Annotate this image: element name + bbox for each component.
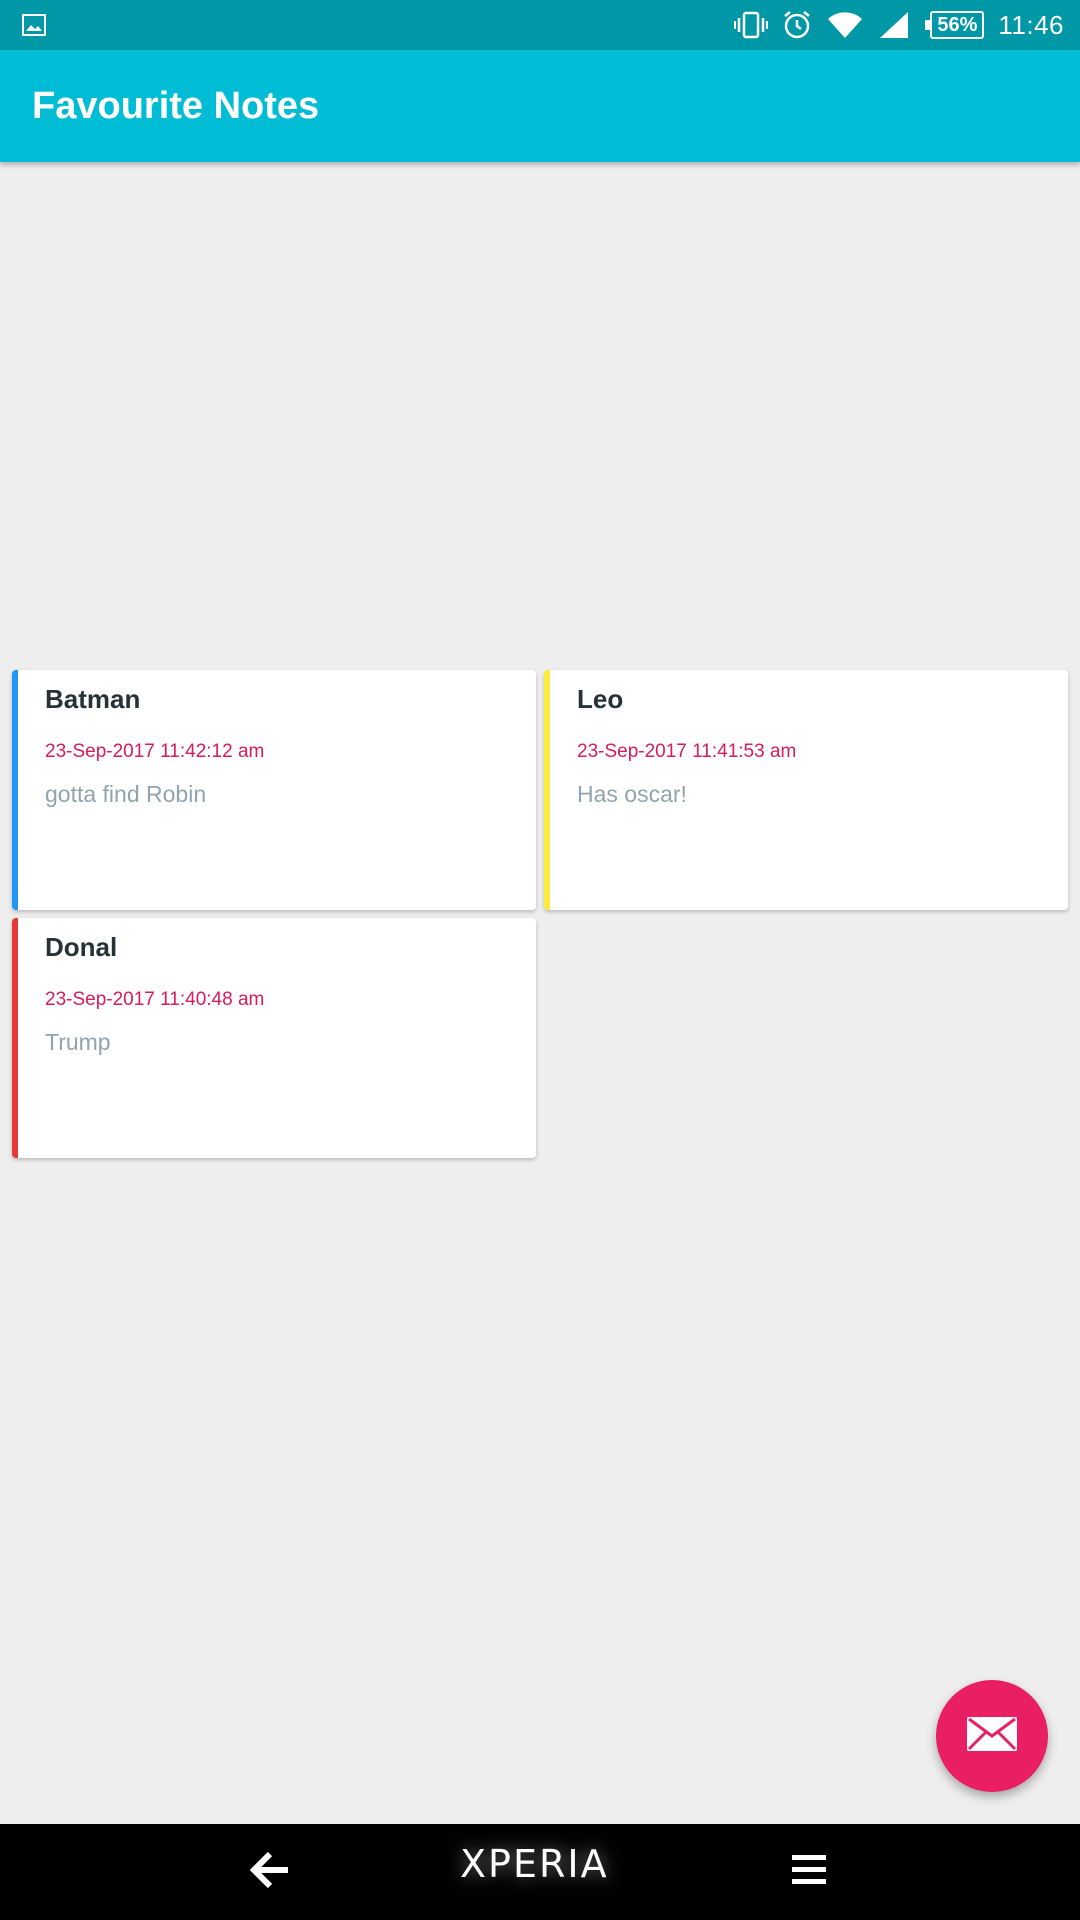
status-bar: 56% 11:46	[0, 0, 1080, 50]
note-card-batman[interactable]: Batman 23-Sep-2017 11:42:12 am gotta fin…	[12, 670, 536, 910]
navigation-bar: XPERIA	[0, 1824, 1080, 1920]
note-title: Leo	[577, 684, 624, 714]
note-date: 23-Sep-2017 11:41:53 am	[577, 741, 797, 762]
battery-level: 56%	[937, 13, 978, 36]
note-body: gotta find Robin	[45, 781, 207, 807]
note-card-leo[interactable]: Leo 23-Sep-2017 11:41:53 am Has oscar!	[544, 670, 1068, 910]
vibrate-icon	[734, 11, 769, 39]
alarm-icon	[782, 10, 812, 40]
battery-icon: 56%	[925, 11, 985, 39]
note-title: Donal	[45, 932, 118, 962]
compose-button[interactable]	[936, 1680, 1048, 1792]
menu-icon[interactable]	[790, 1852, 828, 1893]
signal-icon	[878, 10, 910, 40]
xperia-logo: XPERIA	[460, 1842, 609, 1886]
wifi-icon	[826, 10, 864, 40]
note-card-donal[interactable]: Donal 23-Sep-2017 11:40:48 am Trump	[12, 918, 536, 1158]
image-icon	[22, 14, 46, 36]
note-date: 23-Sep-2017 11:40:48 am	[45, 989, 265, 1010]
note-accent	[544, 670, 550, 910]
status-time: 11:46	[998, 9, 1064, 40]
note-accent	[12, 670, 18, 910]
mail-icon	[966, 1716, 1018, 1757]
note-accent	[12, 918, 18, 1158]
page-title: Favourite Notes	[32, 84, 320, 127]
note-date: 23-Sep-2017 11:42:12 am	[45, 741, 265, 762]
note-body: Has oscar!	[577, 781, 687, 807]
note-body: Trump	[45, 1029, 111, 1055]
back-arrow-icon[interactable]	[248, 1848, 292, 1897]
note-title: Batman	[45, 684, 141, 714]
screen: 56% 11:46 Favourite Notes Batman 23-Sep-…	[0, 0, 1080, 1920]
app-bar: Favourite Notes	[0, 50, 1080, 162]
